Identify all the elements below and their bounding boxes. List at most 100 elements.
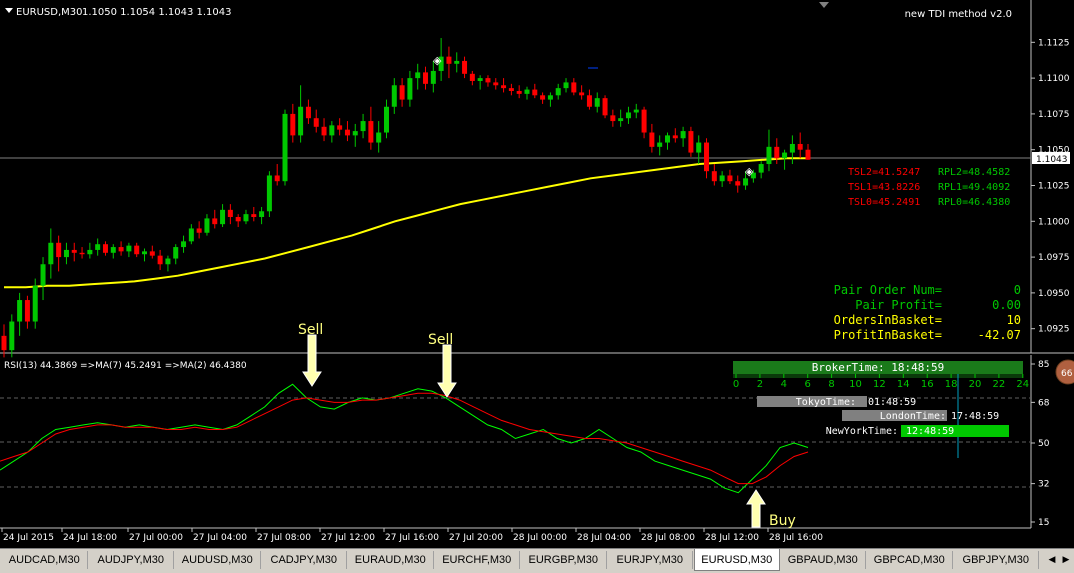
price-tick-label: 1.1100 bbox=[1038, 74, 1070, 84]
ohlc-values: 1.1050 1.1054 1.1043 1.1043 bbox=[82, 7, 232, 18]
tab-eurjpy-m30[interactable]: EURJPY,M30 bbox=[608, 551, 693, 569]
candle-body bbox=[376, 132, 382, 143]
time-tick-label: 28 Jul 00:00 bbox=[513, 533, 567, 543]
candle-body bbox=[227, 209, 233, 217]
candle-body bbox=[243, 214, 249, 222]
candle-body bbox=[251, 214, 257, 217]
tab-gbpaud-m30[interactable]: GBPAUD,M30 bbox=[781, 551, 866, 569]
tab-eurgbp-m30[interactable]: EURGBP,M30 bbox=[521, 551, 607, 569]
candle-body bbox=[711, 171, 717, 182]
price-tick-label: 1.0975 bbox=[1038, 253, 1070, 263]
tab-audcad-m30[interactable]: AUDCAD,M30 bbox=[2, 551, 88, 569]
time-tick-label: 28 Jul 16:00 bbox=[769, 533, 823, 543]
candle-body bbox=[641, 109, 647, 133]
time-tick-label: 28 Jul 12:00 bbox=[705, 533, 759, 543]
candle-body bbox=[48, 242, 54, 265]
candle-body bbox=[165, 258, 171, 265]
price-tick-label: 1.1000 bbox=[1038, 217, 1070, 227]
time-tick-label: 27 Jul 12:00 bbox=[321, 533, 375, 543]
tab-eurchf-m30[interactable]: EURCHF,M30 bbox=[435, 551, 520, 569]
candle-body bbox=[220, 209, 226, 225]
candle-body bbox=[32, 285, 38, 322]
time-tick-label: 28 Jul 08:00 bbox=[641, 533, 695, 543]
pair-profit-label: Pair Profit= bbox=[855, 298, 942, 312]
tab-audusd-m30[interactable]: AUDUSD,M30 bbox=[175, 551, 261, 569]
candle-body bbox=[235, 217, 241, 222]
hour-label: 22 bbox=[993, 379, 1006, 390]
candle-body bbox=[337, 125, 343, 130]
rpl1-label: RPL1=49.4092 bbox=[938, 182, 1010, 193]
tokyo-time-value: 01:48:59 bbox=[868, 397, 916, 408]
candle-body bbox=[672, 135, 678, 139]
candle bbox=[32, 278, 38, 329]
hour-scale-bar bbox=[733, 374, 1023, 378]
candle-body bbox=[454, 60, 460, 64]
candle-body bbox=[493, 82, 499, 86]
candle-body bbox=[469, 73, 475, 81]
candle-body bbox=[181, 241, 187, 248]
tab-gbpjpy-m30[interactable]: GBPJPY,M30 bbox=[954, 551, 1039, 569]
candle-body bbox=[649, 132, 655, 147]
candle-body bbox=[360, 121, 366, 132]
time-tick-label: 28 Jul 04:00 bbox=[577, 533, 631, 543]
candle-body bbox=[142, 251, 148, 255]
time-tick-label: 27 Jul 20:00 bbox=[449, 533, 503, 543]
indicator-name: new TDI method v2.0 bbox=[905, 9, 1012, 20]
candle-body bbox=[462, 60, 468, 74]
candle-body bbox=[805, 149, 811, 160]
chart-background bbox=[0, 0, 1074, 548]
candle-body bbox=[618, 118, 624, 122]
tab-gbpcad-m30[interactable]: GBPCAD,M30 bbox=[867, 551, 953, 569]
candle-body bbox=[118, 247, 124, 252]
candle-body bbox=[110, 247, 116, 253]
candle-body bbox=[305, 106, 311, 119]
candle-body bbox=[586, 95, 592, 107]
tab-eurusd-m30[interactable]: EURUSD,M30 bbox=[694, 549, 780, 571]
rsi-tick-label: 32 bbox=[1038, 480, 1049, 490]
tsl0-label: TSL0=45.2491 bbox=[848, 197, 920, 208]
candle-body bbox=[87, 249, 93, 255]
candle-body bbox=[602, 98, 608, 116]
orders-in-basket-value: 10 bbox=[1007, 313, 1021, 327]
candle-body bbox=[391, 85, 397, 107]
candle-body bbox=[126, 245, 132, 252]
candle-body bbox=[516, 91, 522, 94]
candle-body bbox=[399, 85, 405, 100]
pair-profit-value: 0.00 bbox=[992, 298, 1021, 312]
hour-label: 24 bbox=[1016, 379, 1029, 390]
rsi-tick-label: 15 bbox=[1038, 518, 1049, 528]
candle-body bbox=[290, 113, 296, 136]
candle-body bbox=[266, 175, 272, 212]
candle-body bbox=[352, 131, 358, 136]
time-tick-label: 27 Jul 04:00 bbox=[193, 533, 247, 543]
tab-cadjpy-m30[interactable]: CADJPY,M30 bbox=[262, 551, 347, 569]
hour-label: 10 bbox=[849, 379, 862, 390]
candle-body bbox=[563, 82, 569, 89]
chart-canvas[interactable]: EURUSD,M30 1.1050 1.1054 1.1043 1.1043 n… bbox=[0, 0, 1074, 548]
candle-body bbox=[134, 245, 140, 255]
pair-order-num-label: Pair Order Num= bbox=[834, 283, 942, 297]
candle-body bbox=[696, 142, 702, 153]
candle-body bbox=[766, 146, 772, 165]
candle-body bbox=[282, 113, 288, 182]
candle-body bbox=[423, 72, 429, 84]
candle bbox=[282, 109, 288, 186]
tab-audjpy-m30[interactable]: AUDJPY,M30 bbox=[89, 551, 174, 569]
time-tick-label: 27 Jul 16:00 bbox=[385, 533, 439, 543]
candle-body bbox=[774, 146, 780, 159]
profit-in-basket-label: ProfitInBasket= bbox=[834, 328, 942, 342]
hour-label: 12 bbox=[873, 379, 886, 390]
candle-body bbox=[633, 109, 639, 113]
candle-body bbox=[298, 106, 304, 136]
candle-body bbox=[1, 335, 7, 351]
tab-scroll-right-icon[interactable]: ▶ bbox=[1059, 553, 1073, 567]
candle bbox=[266, 171, 272, 217]
price-tick-label: 1.1025 bbox=[1038, 182, 1070, 192]
candle-body bbox=[571, 82, 577, 93]
candle-body bbox=[657, 142, 663, 147]
candle-body bbox=[501, 85, 507, 89]
tab-scroll-left-icon[interactable]: ◀ bbox=[1045, 553, 1059, 567]
candle-body bbox=[368, 121, 374, 143]
candle-body bbox=[79, 252, 85, 255]
tab-euraud-m30[interactable]: EURAUD,M30 bbox=[348, 551, 434, 569]
